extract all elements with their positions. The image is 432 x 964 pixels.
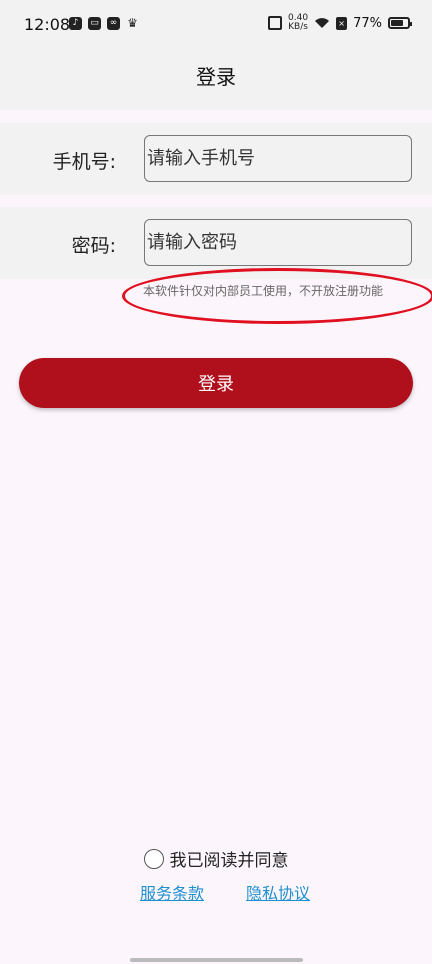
battery-percent: 77% bbox=[353, 15, 382, 31]
password-row: 密码: bbox=[0, 207, 432, 279]
crown-icon: ♛ bbox=[127, 16, 138, 30]
phone-label: 手机号: bbox=[52, 151, 116, 173]
agree-radio[interactable] bbox=[143, 848, 164, 869]
password-input[interactable] bbox=[144, 219, 412, 266]
status-right: 0.40 KB/s × 77% bbox=[268, 14, 412, 32]
terms-link[interactable]: 服务条款 bbox=[140, 880, 204, 904]
tiktok-icon: ♪ bbox=[69, 17, 82, 30]
status-time: 12:08 bbox=[24, 15, 71, 34]
internal-use-notice: 本软件针仅对内部员工使用，不开放注册功能 bbox=[143, 284, 384, 298]
wifi-icon bbox=[315, 18, 330, 28]
agreement-row: 我已阅读并同意 bbox=[0, 846, 432, 871]
link-icon: ∞ bbox=[107, 17, 120, 30]
login-screen: 12:08 ♪ ▭ ∞ ♛ 0.40 KB/s × 77% 登录 手机号: 请输… bbox=[0, 0, 432, 964]
agreement-links: 服务条款 隐私协议 bbox=[0, 880, 432, 904]
phone-row: 手机号: bbox=[0, 123, 432, 195]
phone-input[interactable] bbox=[144, 135, 412, 182]
login-button[interactable]: 登录 bbox=[19, 358, 413, 408]
battery-icon bbox=[388, 17, 412, 29]
inbox-icon: ▭ bbox=[88, 17, 101, 30]
status-bar: 12:08 ♪ ▭ ∞ ♛ 0.40 KB/s × 77% bbox=[0, 0, 432, 52]
battery-fill bbox=[391, 20, 403, 26]
notification-icons: ♪ ▭ ∞ ♛ bbox=[69, 17, 139, 30]
password-label: 密码: bbox=[71, 235, 116, 257]
home-indicator[interactable] bbox=[130, 958, 303, 962]
page-title: 登录 bbox=[196, 65, 236, 89]
net-speed-unit: KB/s bbox=[288, 22, 308, 32]
agree-text: 我已阅读并同意 bbox=[169, 851, 289, 871]
no-sim-icon: × bbox=[336, 16, 348, 30]
battery-tip bbox=[410, 22, 412, 26]
app-bar: 登录 bbox=[0, 52, 432, 110]
privacy-link[interactable]: 隐私协议 bbox=[246, 880, 310, 904]
net-speed: 0.40 KB/s bbox=[288, 14, 308, 32]
vibrate-icon bbox=[268, 16, 283, 30]
